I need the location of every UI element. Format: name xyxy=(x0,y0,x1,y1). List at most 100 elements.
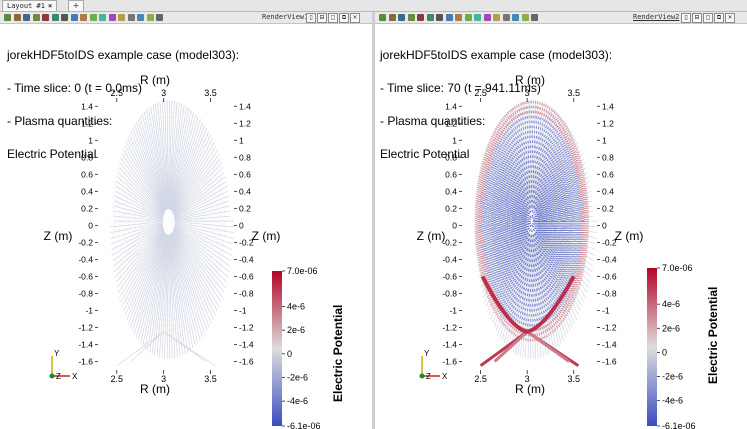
y-axis-label: Y xyxy=(424,349,430,358)
grow-selection-icon[interactable] xyxy=(512,14,519,21)
y-tick-label-left: 1 xyxy=(452,135,457,145)
x-tick-label-bottom: 3.5 xyxy=(567,374,580,384)
camera-z-icon[interactable] xyxy=(426,14,434,21)
y-tick-label-left: -0.4 xyxy=(442,254,457,264)
y-tick-label-left: -0.6 xyxy=(442,271,457,281)
mesh-plot xyxy=(110,100,234,367)
close-view-button[interactable]: × xyxy=(725,13,735,23)
camera-y-icon[interactable] xyxy=(417,14,424,21)
y-tick-label-left: -0.2 xyxy=(442,237,457,247)
y-tick-label-left: -1.2 xyxy=(442,322,457,332)
y-tick-label-right: -0.2 xyxy=(239,237,254,247)
render-view-1[interactable]: jorekHDF5toIDS example case (model303): … xyxy=(0,24,372,429)
y-tick-label-left: -1.2 xyxy=(78,322,93,332)
split-horizontal-button[interactable]: ▯ xyxy=(681,13,691,23)
clear-selection-icon[interactable] xyxy=(127,14,135,21)
colorbar-tick-label: 0 xyxy=(662,347,667,357)
tab-layout-1[interactable]: Layout #1 × xyxy=(2,0,58,11)
shrink-selection-icon[interactable] xyxy=(521,14,529,21)
interactive-select-icon[interactable] xyxy=(474,14,481,21)
y-tick-label-left: -1.6 xyxy=(78,356,93,366)
clear-selection-icon[interactable] xyxy=(502,14,510,21)
split-vertical-button[interactable]: ⊟ xyxy=(317,13,327,23)
y-tick-label-left: 0.4 xyxy=(445,186,457,196)
hover-cells-icon[interactable] xyxy=(483,14,491,21)
colorbar-tick-label: -6.1e-06 xyxy=(287,421,321,429)
camera-x-icon[interactable] xyxy=(407,14,415,21)
y-tick-label-right: -1 xyxy=(239,305,247,315)
rotate-icon[interactable] xyxy=(436,14,443,21)
mesh-line xyxy=(174,215,230,221)
y-tick-label-left: 1.4 xyxy=(81,101,93,111)
colorbar: Electric Potential 7.0e-06 4e-6 2e-6 0 -2e-6… xyxy=(647,263,720,429)
x-axis-title-bottom: R (m) xyxy=(140,382,170,396)
maximize-button[interactable]: ◻ xyxy=(328,13,338,23)
split-horizontal-button[interactable]: ▯ xyxy=(306,13,316,23)
x-tick-label-top: 3 xyxy=(161,88,166,98)
reset-camera-icon[interactable] xyxy=(379,14,386,21)
y-tick-label-right: -0.8 xyxy=(239,288,254,298)
y-tick-label-left: 0.6 xyxy=(445,169,457,179)
plot-view-1: R (m) R (m) Z (m) Z (m) 2.5 2.5 3 3 3.5 3.5 1.… xyxy=(44,73,345,429)
x-tick-label-top: 3.5 xyxy=(567,88,580,98)
restore-button[interactable]: ⧉ xyxy=(339,13,349,23)
grow-selection-icon[interactable] xyxy=(137,14,144,21)
x-tick-label-bottom: 2.5 xyxy=(111,374,124,384)
2d-3d-toggle-icon[interactable] xyxy=(398,14,405,21)
maximize-button[interactable]: ◻ xyxy=(703,13,713,23)
y-tick-label-right: -0.4 xyxy=(239,254,254,264)
select-block-icon[interactable] xyxy=(464,14,472,21)
y-tick-label-left: -1.6 xyxy=(442,356,457,366)
y-axis-title-right: Z (m) xyxy=(615,229,644,243)
add-tab-button[interactable]: + xyxy=(68,0,84,11)
y-tick-label-right: 0.8 xyxy=(602,152,614,162)
select-points-icon[interactable] xyxy=(80,14,87,21)
tab-label: Layout #1 xyxy=(7,2,45,10)
y-tick-label-left: 1.4 xyxy=(445,101,457,111)
capture-screenshot-icon[interactable] xyxy=(531,14,538,21)
select-block-icon[interactable] xyxy=(89,14,97,21)
select-cells-icon[interactable] xyxy=(445,14,453,21)
hover-points-icon[interactable] xyxy=(118,14,125,21)
reset-camera-icon[interactable] xyxy=(4,14,11,21)
z-axis-marker xyxy=(49,373,55,379)
select-cells-icon[interactable] xyxy=(70,14,78,21)
restore-button[interactable]: ⧉ xyxy=(714,13,724,23)
render-view-2[interactable]: jorekHDF5toIDS example case (model303): … xyxy=(375,24,747,429)
zoom-to-data-icon[interactable] xyxy=(13,14,21,21)
capture-screenshot-icon[interactable] xyxy=(156,14,163,21)
y-tick-label-right: -0.8 xyxy=(602,288,617,298)
camera-y-icon[interactable] xyxy=(42,14,49,21)
y-tick-label-left: 0 xyxy=(452,220,457,230)
hover-points-icon[interactable] xyxy=(493,14,500,21)
divertor-leg xyxy=(163,331,207,362)
render-view-1-title: RenderView1 xyxy=(262,13,309,21)
y-tick-label-left: -0.6 xyxy=(78,271,93,281)
y-tick-label-right: 0.2 xyxy=(602,203,614,213)
x-tick-label-bottom: 3 xyxy=(525,374,530,384)
y-tick-label-right: -0.2 xyxy=(602,237,617,247)
rotate-icon[interactable] xyxy=(61,14,68,21)
camera-z-icon[interactable] xyxy=(51,14,59,21)
close-view-button[interactable]: × xyxy=(350,13,360,23)
shrink-selection-icon[interactable] xyxy=(146,14,154,21)
y-tick-label-right: -0.6 xyxy=(602,271,617,281)
y-tick-label-left: -0.2 xyxy=(78,237,93,247)
flux-surface xyxy=(163,210,174,232)
hover-cells-icon[interactable] xyxy=(108,14,116,21)
zoom-to-data-icon[interactable] xyxy=(388,14,396,21)
x-axis-title-top: R (m) xyxy=(515,73,545,87)
colorbar-bar xyxy=(647,268,657,426)
tab-close-icon[interactable]: × xyxy=(48,2,52,10)
y-tick-label-left: -1.4 xyxy=(442,339,457,349)
y-tick-label-right: -1.2 xyxy=(602,322,617,332)
y-tick-label-left: 0.8 xyxy=(81,152,93,162)
split-vertical-button[interactable]: ⊟ xyxy=(692,13,702,23)
colorbar-tick-label: -4e-6 xyxy=(287,396,308,406)
y-tick-label-right: 0.8 xyxy=(239,152,251,162)
2d-3d-toggle-icon[interactable] xyxy=(23,14,30,21)
camera-x-icon[interactable] xyxy=(32,14,40,21)
interactive-select-icon[interactable] xyxy=(99,14,106,21)
select-points-icon[interactable] xyxy=(455,14,462,21)
y-axis-title-left: Z (m) xyxy=(417,229,446,243)
